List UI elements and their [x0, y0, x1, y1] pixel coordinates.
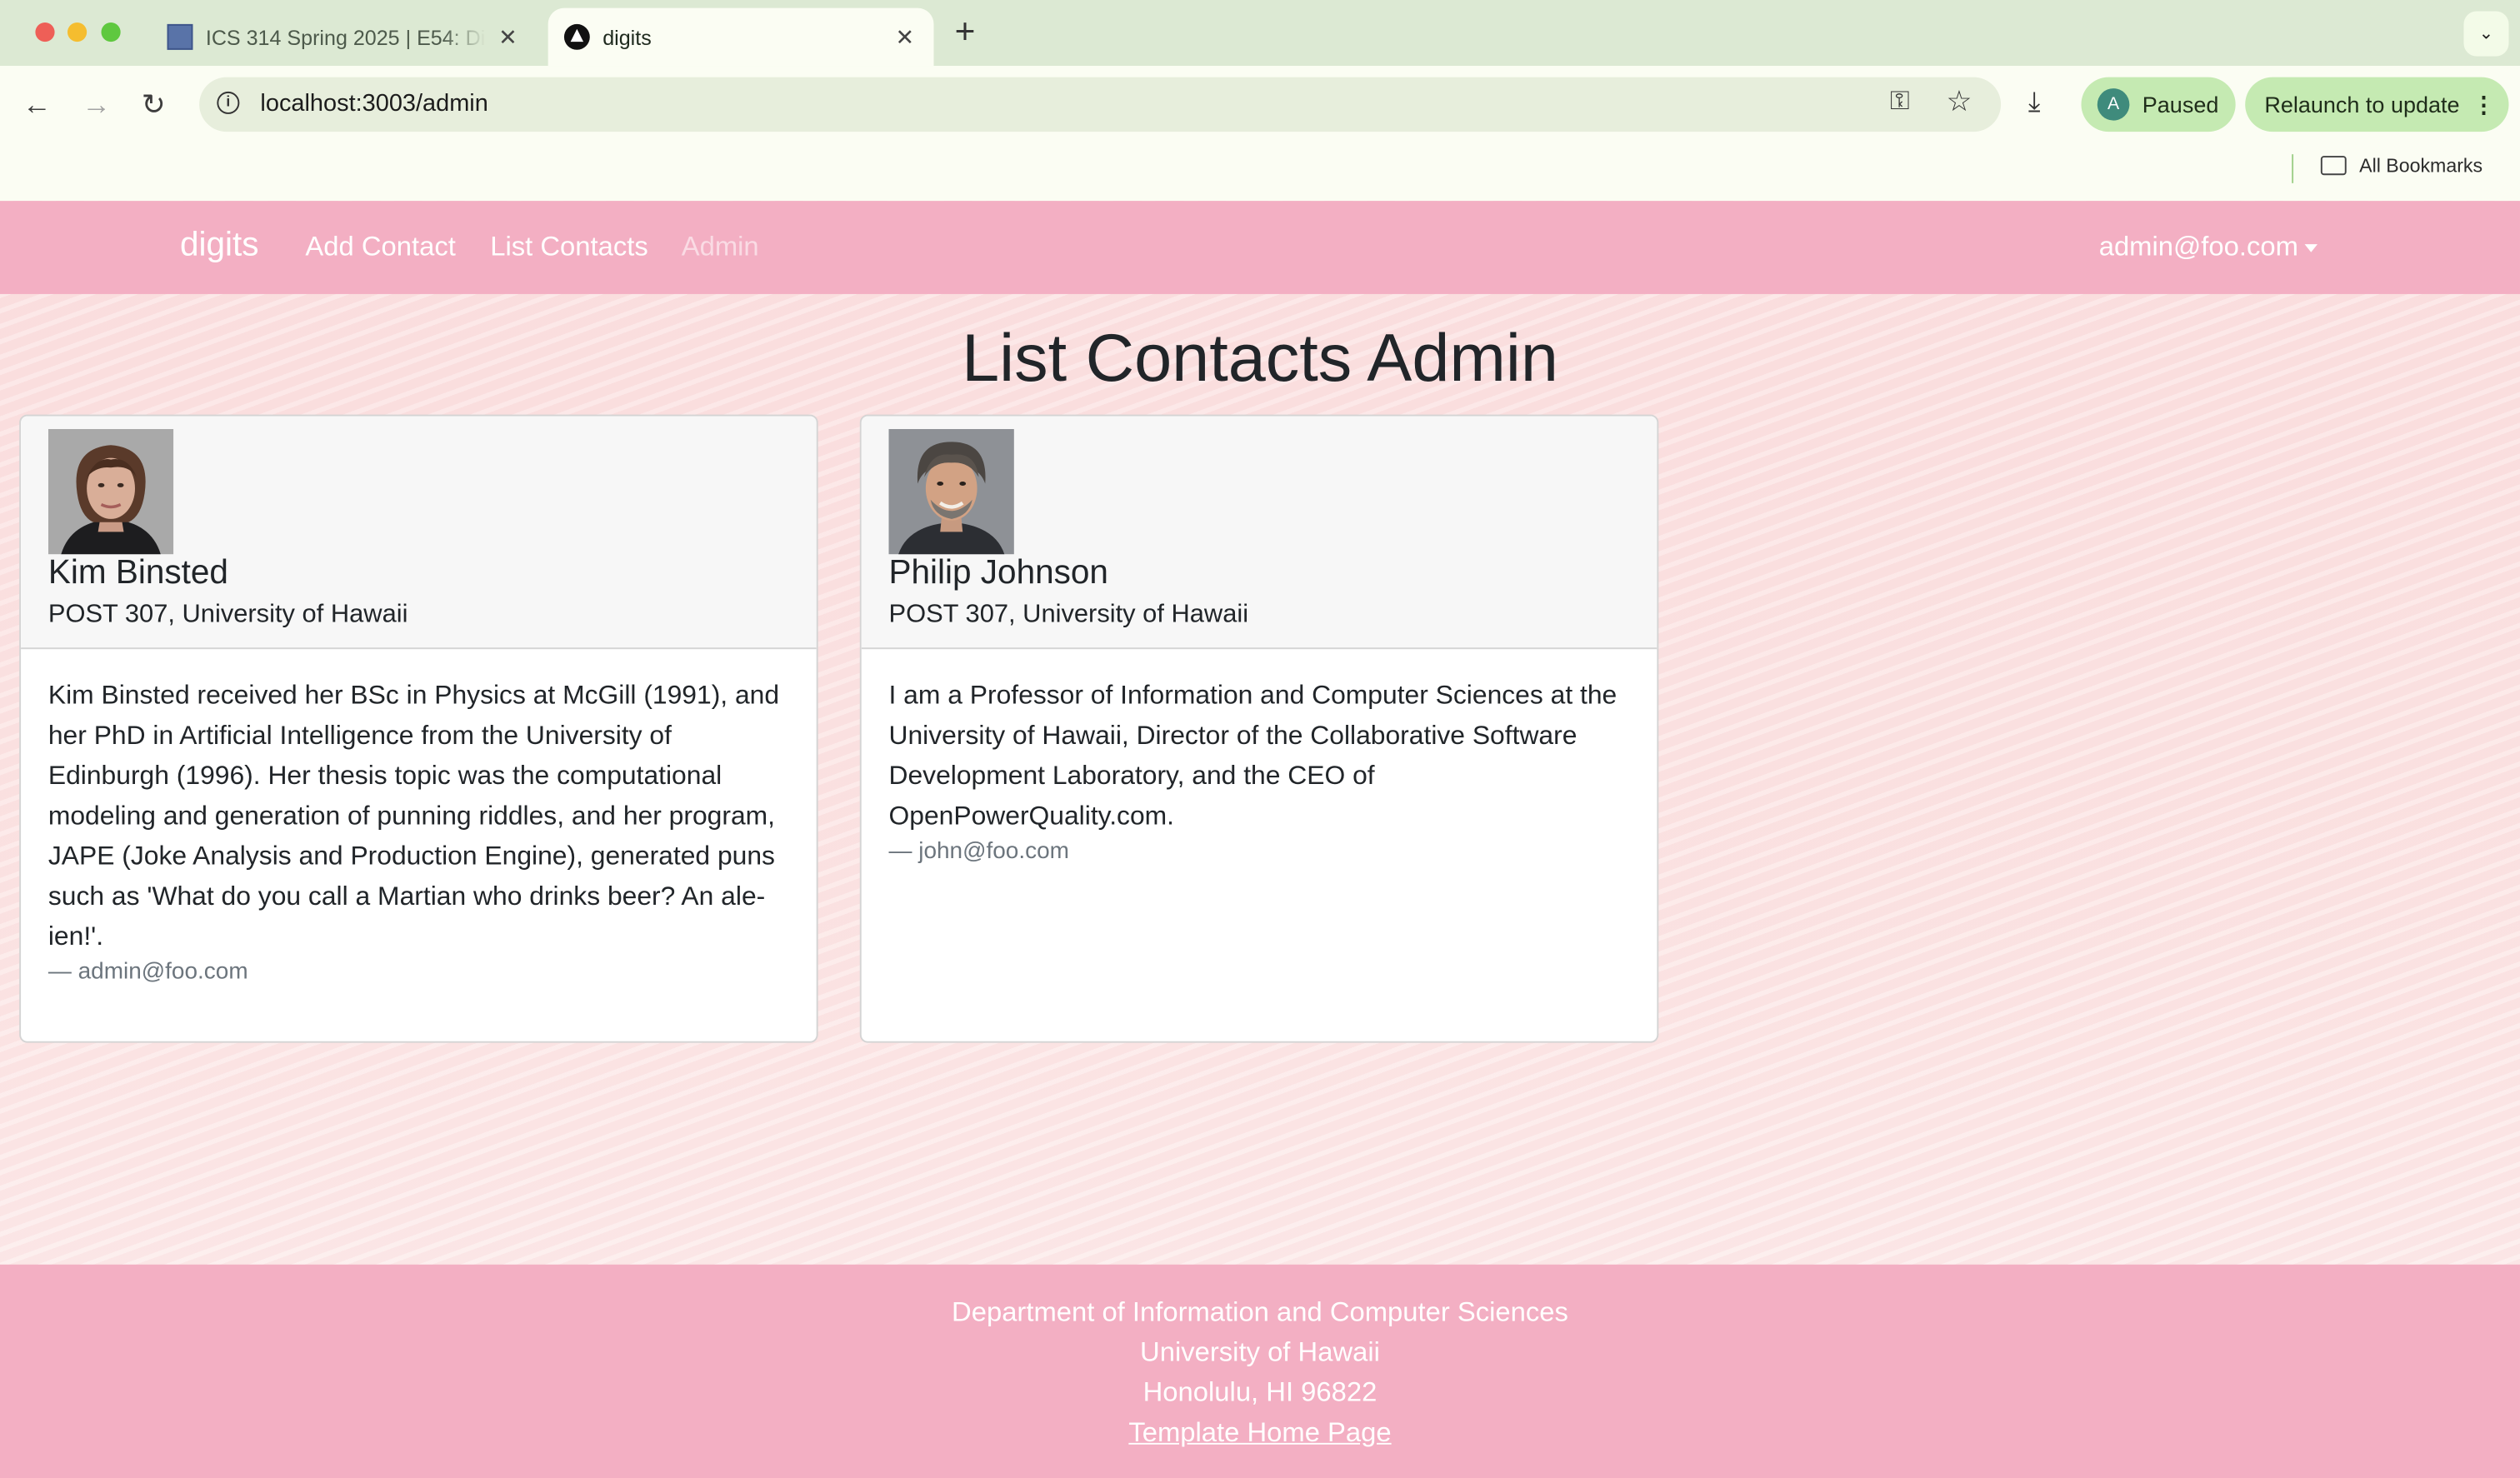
- card-header: Kim Binsted POST 307, University of Hawa…: [21, 416, 817, 650]
- nav-add-contact[interactable]: Add Contact: [305, 232, 455, 264]
- contact-description: I am a Professor of Information and Comp…: [888, 681, 1618, 831]
- address-bar[interactable]: i localhost:3003/admin ⚿ ☆: [199, 77, 2002, 132]
- url-text[interactable]: localhost:3003/admin: [260, 90, 488, 117]
- contact-address: POST 307, University of Hawaii: [888, 601, 1249, 629]
- password-key-icon[interactable]: ⚿: [1890, 88, 1910, 117]
- contact-owner: — john@foo.com: [888, 838, 1069, 865]
- bookmarks-bar: All Bookmarks: [0, 142, 2520, 202]
- close-tab-icon[interactable]: ✕: [495, 23, 521, 51]
- footer-line-department: Department of Information and Computer S…: [952, 1296, 1568, 1327]
- close-window-button[interactable]: [35, 22, 55, 42]
- site-navbar: digits Add Contact List Contacts Admin a…: [0, 201, 2520, 294]
- folder-icon: [2320, 156, 2347, 176]
- avatar: A: [2097, 88, 2130, 121]
- close-tab-icon[interactable]: ✕: [892, 23, 918, 51]
- forward-arrow-icon[interactable]: →: [82, 88, 111, 121]
- contact-card: Kim Binsted POST 307, University of Hawa…: [19, 414, 818, 1043]
- contact-description: Kim Binsted received her BSc in Physics …: [48, 681, 780, 951]
- nav-admin[interactable]: Admin: [682, 232, 759, 264]
- site-footer: Department of Information and Computer S…: [0, 1264, 2520, 1478]
- all-bookmarks-label: All Bookmarks: [2359, 154, 2483, 177]
- tab-title: digits: [602, 24, 652, 49]
- profile-status: Paused: [2142, 91, 2219, 117]
- tab-search-chevron-icon[interactable]: ⌄: [2463, 11, 2509, 57]
- bookmark-star-icon[interactable]: ☆: [1946, 85, 1972, 118]
- contact-address: POST 307, University of Hawaii: [48, 601, 408, 629]
- template-home-link[interactable]: Template Home Page: [1128, 1417, 1391, 1448]
- page-favicon-icon: [167, 23, 193, 50]
- contact-name: Kim Binsted: [48, 554, 228, 592]
- tab-digits[interactable]: digits ✕: [548, 7, 934, 67]
- footer-line-university: University of Hawaii: [1140, 1336, 1380, 1368]
- caret-down-icon: [2304, 244, 2318, 252]
- site-info-icon[interactable]: i: [217, 91, 240, 114]
- new-tab-button[interactable]: +: [955, 13, 976, 49]
- relaunch-button[interactable]: Relaunch to update ⋮: [2245, 77, 2509, 132]
- footer-line-address: Honolulu, HI 96822: [1142, 1376, 1378, 1408]
- digits-favicon-icon: [563, 23, 590, 50]
- maximize-window-button[interactable]: [101, 22, 121, 42]
- contact-photo: [888, 428, 1014, 555]
- browser-window: ICS 314 Spring 2025 | E54: Digits ✕ digi…: [0, 0, 2520, 1478]
- web-page: digits Add Contact List Contacts Admin a…: [0, 201, 2520, 1478]
- tab-ics314[interactable]: ICS 314 Spring 2025 | E54: Digits ✕: [151, 8, 537, 66]
- reload-icon[interactable]: ↻: [142, 88, 166, 121]
- card-body: I am a Professor of Information and Comp…: [862, 649, 1658, 865]
- contact-owner: — admin@foo.com: [48, 959, 248, 986]
- user-email: admin@foo.com: [2098, 231, 2298, 262]
- tab-strip: ICS 314 Spring 2025 | E54: Digits ✕ digi…: [0, 0, 2520, 67]
- card-body: Kim Binsted received her BSc in Physics …: [21, 649, 817, 985]
- more-vert-icon[interactable]: ⋮: [2472, 91, 2495, 118]
- brand-link[interactable]: digits: [180, 227, 259, 265]
- tab-title: ICS 314 Spring 2025 | E54: Digits: [205, 24, 486, 49]
- contact-photo: [48, 428, 174, 555]
- download-icon[interactable]: ⤓: [2028, 87, 2040, 119]
- nav-list-contacts[interactable]: List Contacts: [490, 232, 648, 264]
- minimize-window-button[interactable]: [67, 22, 88, 42]
- page-title: List Contacts Admin: [962, 319, 1558, 396]
- contact-name: Philip Johnson: [888, 554, 1108, 592]
- relaunch-label: Relaunch to update: [2264, 91, 2460, 117]
- contact-card: Philip Johnson POST 307, University of H…: [859, 414, 1659, 1043]
- profile-button[interactable]: A Paused: [2081, 77, 2236, 132]
- browser-toolbar: ← → ↻ i localhost:3003/admin ⚿ ☆ ⤓ A Pau…: [0, 66, 2520, 143]
- back-arrow-icon[interactable]: ←: [22, 88, 52, 121]
- user-dropdown[interactable]: admin@foo.com: [2099, 232, 2318, 264]
- card-header: Philip Johnson POST 307, University of H…: [861, 416, 1658, 650]
- bookmarks-divider: [2292, 154, 2294, 183]
- all-bookmarks-button[interactable]: All Bookmarks: [2320, 154, 2483, 177]
